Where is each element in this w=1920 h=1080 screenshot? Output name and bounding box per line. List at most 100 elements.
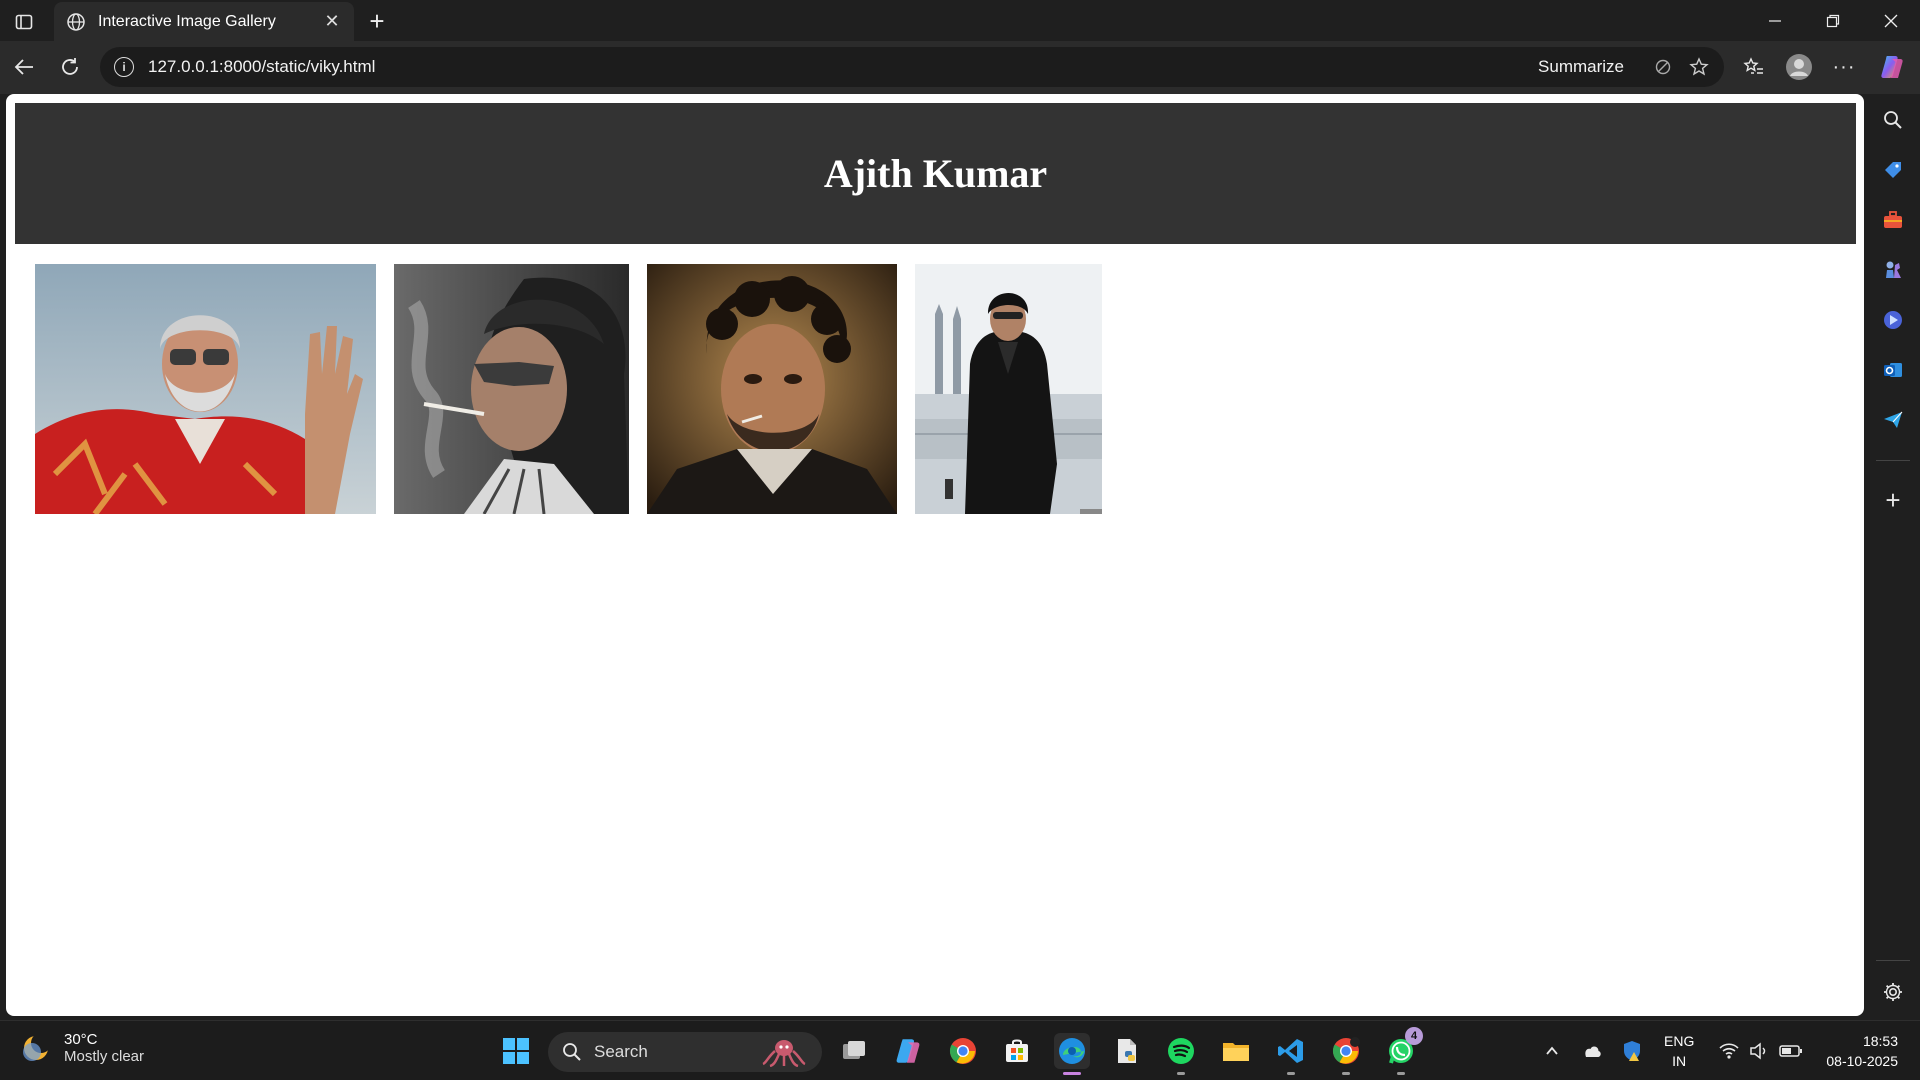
tray-overflow-button[interactable] xyxy=(1535,1033,1569,1069)
python-file-icon xyxy=(1118,1039,1136,1063)
taskbar-spotify[interactable] xyxy=(1163,1033,1199,1075)
toolbox-icon xyxy=(1884,211,1902,228)
active-tab[interactable]: Interactive Image Gallery ✕ xyxy=(54,2,354,41)
minimize-icon xyxy=(1769,19,1781,22)
taskbar-vscode[interactable] xyxy=(1273,1033,1309,1075)
search-icon xyxy=(563,1043,581,1061)
language-code: ENG xyxy=(1664,1033,1695,1049)
octopus-doodle-icon xyxy=(762,1040,806,1067)
close-icon xyxy=(1884,14,1898,27)
back-button[interactable] xyxy=(6,49,42,85)
send-icon xyxy=(1884,411,1903,428)
gallery-photo-3[interactable] xyxy=(647,264,897,514)
taskbar-whatsapp[interactable]: 4 xyxy=(1383,1027,1423,1075)
sidebar-add-button[interactable]: + xyxy=(1879,484,1907,515)
sidebar-shopping-button[interactable] xyxy=(1879,156,1907,184)
vscode-running-indicator xyxy=(1287,1072,1295,1075)
tray-onedrive[interactable] xyxy=(1575,1033,1609,1069)
system-clock[interactable]: 18:53 08-10-2025 xyxy=(1826,1031,1898,1071)
taskbar-edge[interactable] xyxy=(1054,1033,1090,1075)
clock-time: 18:53 xyxy=(1862,1033,1898,1049)
language-indicator[interactable]: ENG IN xyxy=(1664,1031,1694,1071)
new-tab-button[interactable]: + xyxy=(362,6,392,36)
sidebar-divider-bottom xyxy=(1876,960,1910,961)
favorites-button[interactable] xyxy=(1736,49,1772,85)
restore-button[interactable] xyxy=(1804,0,1862,41)
whatsapp-running-indicator xyxy=(1397,1072,1405,1075)
tag-icon xyxy=(1885,162,1901,178)
restore-icon xyxy=(1826,14,1840,27)
sidebar-games-button[interactable] xyxy=(1879,256,1907,284)
browser-toolbar: i 127.0.0.1:8000/static/viky.html Summar… xyxy=(0,41,1920,94)
windows-logo-icon xyxy=(503,1038,529,1064)
task-view-icon xyxy=(843,1041,865,1059)
vscode-icon xyxy=(1278,1039,1303,1063)
chrome-icon xyxy=(949,1038,976,1064)
windows-taskbar: 30°C Mostly clear Search 4 ENG IN 18:53 … xyxy=(0,1020,1920,1080)
tab-actions-icon xyxy=(15,14,33,30)
favorite-star-icon[interactable] xyxy=(1688,56,1710,78)
address-bar[interactable]: i 127.0.0.1:8000/static/viky.html Summar… xyxy=(100,47,1724,87)
tab-actions-button[interactable] xyxy=(8,6,40,38)
sidebar-tools-button[interactable] xyxy=(1879,206,1907,234)
more-menu-button[interactable]: ··· xyxy=(1826,49,1862,85)
cloud-icon xyxy=(1585,1046,1601,1057)
start-button[interactable] xyxy=(498,1033,534,1069)
tab-title: Interactive Image Gallery xyxy=(98,12,276,30)
tray-security[interactable] xyxy=(1615,1033,1649,1069)
sidebar-search-button[interactable] xyxy=(1879,106,1907,134)
taskbar-store[interactable] xyxy=(999,1033,1035,1069)
whatsapp-unread-badge: 4 xyxy=(1405,1027,1423,1045)
gallery-photo-2[interactable] xyxy=(394,264,629,514)
chevron-up-icon xyxy=(1546,1046,1558,1055)
gallery-photo-1[interactable] xyxy=(35,264,376,514)
portrait-red-shirt-image xyxy=(35,264,376,514)
store-icon xyxy=(1006,1039,1028,1062)
summarize-button[interactable]: Summarize xyxy=(1538,57,1624,77)
taskbar-copilot[interactable] xyxy=(890,1033,926,1069)
page-viewport: Ajith Kumar xyxy=(6,94,1864,1016)
tab-close-icon[interactable]: ✕ xyxy=(322,11,342,32)
copilot-button[interactable] xyxy=(1874,49,1910,85)
copilot-summarize-icon[interactable] xyxy=(1652,56,1674,78)
site-info-icon[interactable]: i xyxy=(114,57,134,77)
taskbar-file-app[interactable] xyxy=(1109,1033,1145,1069)
url-text[interactable]: 127.0.0.1:8000/static/viky.html xyxy=(148,57,1538,77)
taskbar-chrome[interactable] xyxy=(945,1033,981,1069)
edge-sidebar: + xyxy=(1866,94,1920,1020)
profile-button[interactable] xyxy=(1781,49,1817,85)
close-window-button[interactable] xyxy=(1862,0,1920,41)
copilot-icon xyxy=(896,1039,920,1063)
speaker-icon xyxy=(1750,1042,1766,1060)
weather-widget[interactable]: 30°C Mostly clear xyxy=(20,1031,144,1065)
sidebar-send-button[interactable] xyxy=(1879,406,1907,434)
portrait-sunglasses-smoke-image xyxy=(394,264,629,514)
portrait-painted-image xyxy=(647,264,897,514)
refresh-button[interactable] xyxy=(52,49,88,85)
sidebar-outlook-button[interactable] xyxy=(1879,356,1907,384)
chrome-icon xyxy=(1332,1037,1360,1064)
sidebar-copilot-button[interactable] xyxy=(1879,306,1907,334)
gallery-photo-4[interactable] xyxy=(915,264,1102,514)
shield-warning-icon xyxy=(1624,1041,1640,1061)
weather-condition: Mostly clear xyxy=(64,1048,145,1065)
search-label: Search xyxy=(594,1042,648,1061)
taskbar-search-box[interactable]: Search xyxy=(548,1032,822,1072)
minimize-button[interactable] xyxy=(1746,0,1804,41)
region-code: IN xyxy=(1672,1053,1687,1069)
tray-network-volume-battery[interactable] xyxy=(1709,1033,1813,1069)
gear-icon xyxy=(1884,983,1902,1001)
spotify-running-indicator xyxy=(1177,1072,1185,1075)
page-title: Ajith Kumar xyxy=(823,151,1048,196)
sidebar-settings-button[interactable] xyxy=(1879,978,1907,1006)
wifi-icon xyxy=(1719,1043,1739,1059)
search-icon xyxy=(1884,111,1902,129)
taskbar-chrome-profile[interactable] xyxy=(1328,1033,1364,1075)
edge-icon xyxy=(1059,1038,1085,1064)
globe-icon xyxy=(67,12,85,31)
plus-icon: + xyxy=(1885,484,1901,515)
taskbar-file-explorer[interactable] xyxy=(1218,1033,1254,1069)
play-icon xyxy=(1884,311,1902,329)
chrome-running-indicator xyxy=(1342,1072,1350,1075)
taskbar-task-view[interactable] xyxy=(836,1033,872,1069)
